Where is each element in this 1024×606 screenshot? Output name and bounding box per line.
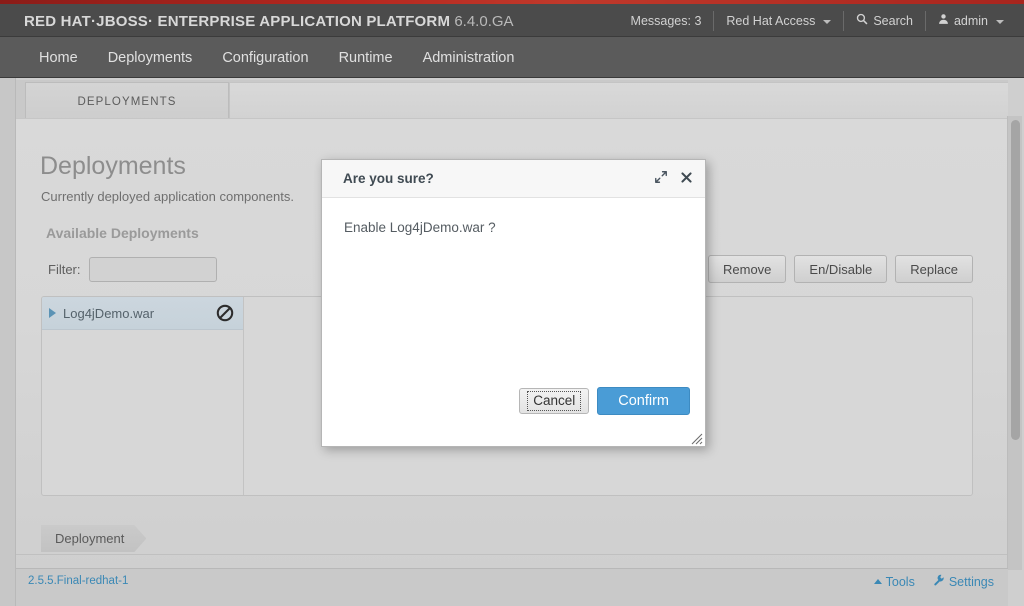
masthead: RED HAT·JBOSS· ENTERPRISE APPLICATION PL… <box>0 4 1024 37</box>
masthead-utility-nav: Messages: 3 Red Hat Access Search admin <box>619 4 1016 37</box>
nav-item-home[interactable]: Home <box>24 50 93 66</box>
wrench-icon <box>933 574 945 589</box>
deployment-actions-toolbar: Remove En/Disable Replace <box>708 255 973 283</box>
chevron-down-icon <box>996 19 1004 24</box>
footer: 2.5.5.Final-redhat-1 Tools Settings <box>16 568 1008 606</box>
search-icon <box>856 11 868 31</box>
scrollbar-thumb[interactable] <box>1011 120 1020 440</box>
nav-item-administration[interactable]: Administration <box>408 50 530 66</box>
console-version[interactable]: 2.5.5.Final-redhat-1 <box>28 575 128 587</box>
user-icon <box>938 11 949 31</box>
close-x-icon[interactable] <box>680 171 693 184</box>
messages-label: Messages: 3 <box>630 13 702 28</box>
cancel-button[interactable]: Cancel <box>519 388 590 414</box>
content-tabstrip: DEPLOYMENTS <box>16 80 1008 120</box>
search-label: Search <box>873 13 913 28</box>
deployment-name: Log4jDemo.war <box>63 305 155 321</box>
vertical-scrollbar[interactable] <box>1007 116 1022 570</box>
table-row[interactable]: Log4jDemo.war <box>42 297 243 330</box>
remove-button[interactable]: Remove <box>708 255 787 283</box>
expand-diagonal-icon[interactable] <box>654 170 668 184</box>
brand-version: 6.4.0.GA <box>454 13 514 30</box>
section-heading: Available Deployments <box>46 225 199 241</box>
page-title: Deployments <box>40 152 186 180</box>
page-subtitle: Currently deployed application component… <box>41 189 294 204</box>
dialog-window-controls <box>654 170 693 184</box>
chevron-down-icon <box>823 19 832 24</box>
resize-grip-icon[interactable] <box>691 432 703 445</box>
brand-name: RED HAT·JBOSS· ENTERPRISE APPLICATION PL… <box>24 13 451 30</box>
app-window: RED HAT·JBOSS· ENTERPRISE APPLICATION PL… <box>0 0 1024 606</box>
tabstrip-filler <box>229 82 1008 120</box>
user-menu[interactable]: admin <box>924 10 1016 31</box>
tools-label: Tools <box>885 574 915 589</box>
footer-links: Tools Settings <box>873 574 994 589</box>
filter-row: Filter: <box>48 257 217 282</box>
tab-deployments-label: DEPLOYMENTS <box>77 95 177 108</box>
primary-nav: Home Deployments Configuration Runtime A… <box>0 37 1024 78</box>
cancel-button-label: Cancel <box>527 391 582 411</box>
caret-up-icon <box>873 579 882 584</box>
red-hat-access-menu[interactable]: Red Hat Access <box>713 10 843 31</box>
primary-nav-list: Home Deployments Configuration Runtime A… <box>24 37 529 78</box>
red-hat-access-label: Red Hat Access <box>726 13 816 28</box>
breadcrumb-deployment[interactable]: Deployment <box>41 525 146 552</box>
dialog-actions: Cancel Confirm <box>519 387 690 415</box>
disabled-circle-slash-icon <box>216 304 234 322</box>
tab-deployments[interactable]: DEPLOYMENTS <box>25 82 229 120</box>
settings-link[interactable]: Settings <box>933 574 994 589</box>
endisable-button[interactable]: En/Disable <box>794 255 888 283</box>
expand-triangle-icon[interactable] <box>49 308 56 318</box>
dialog-message: Enable Log4jDemo.war ? <box>344 220 496 235</box>
user-label: admin <box>953 13 988 28</box>
nav-item-runtime[interactable]: Runtime <box>324 50 408 66</box>
confirm-dialog: Are you sure? Enable Log4jDemo.war ? Can… <box>321 159 706 447</box>
left-gutter <box>0 78 16 606</box>
replace-button[interactable]: Replace <box>895 255 973 283</box>
messages-indicator[interactable]: Messages: 3 <box>619 11 714 31</box>
filter-label: Filter: <box>48 262 81 277</box>
tools-menu[interactable]: Tools <box>873 574 915 589</box>
dialog-title: Are you sure? <box>343 171 434 186</box>
confirm-button[interactable]: Confirm <box>597 387 690 415</box>
listbox-column-divider <box>243 297 244 495</box>
product-brand: RED HAT·JBOSS· ENTERPRISE APPLICATION PL… <box>24 13 514 30</box>
breadcrumb-bar: Deployment <box>16 520 1008 555</box>
settings-label: Settings <box>948 574 994 589</box>
dialog-titlebar[interactable]: Are you sure? <box>322 160 705 198</box>
search-button[interactable]: Search <box>843 10 925 31</box>
nav-item-deployments[interactable]: Deployments <box>93 50 208 66</box>
nav-item-configuration[interactable]: Configuration <box>207 50 323 66</box>
filter-input[interactable] <box>88 257 217 282</box>
